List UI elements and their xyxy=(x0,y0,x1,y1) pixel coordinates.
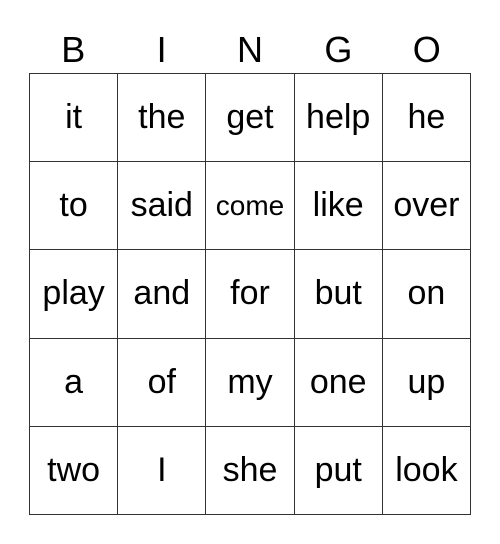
bingo-cell[interactable]: and xyxy=(118,250,207,339)
bingo-cell[interactable]: the xyxy=(118,74,207,163)
bingo-cell[interactable]: he xyxy=(382,74,471,163)
bingo-cell[interactable]: of xyxy=(118,338,207,427)
bingo-cell[interactable]: come xyxy=(206,162,295,251)
bingo-cell[interactable]: she xyxy=(206,426,295,515)
bingo-cell[interactable]: on xyxy=(382,250,471,339)
bingo-cell[interactable]: said xyxy=(118,162,207,251)
bingo-grid: it the get help he to said come like ove… xyxy=(29,73,471,515)
header-letter-i: I xyxy=(156,29,167,70)
bingo-cell[interactable]: get xyxy=(206,74,295,163)
bingo-cell[interactable]: for xyxy=(206,250,295,339)
bingo-header: B I N G O xyxy=(29,28,471,72)
bingo-cell[interactable]: to xyxy=(30,162,119,251)
bingo-cell[interactable]: two xyxy=(30,426,119,515)
bingo-cell[interactable]: but xyxy=(294,250,383,339)
bingo-cell[interactable]: over xyxy=(382,162,471,251)
bingo-cell[interactable]: help xyxy=(294,74,383,163)
bingo-cell[interactable]: my xyxy=(206,338,295,427)
bingo-cell[interactable]: like xyxy=(294,162,383,251)
bingo-cell[interactable]: one xyxy=(294,338,383,427)
bingo-cell[interactable]: I xyxy=(118,426,207,515)
bingo-cell[interactable]: play xyxy=(30,250,119,339)
header-letter-n: N xyxy=(236,29,263,70)
header-letter-b: B xyxy=(61,29,86,70)
bingo-cell[interactable]: it xyxy=(30,74,119,163)
header-letter-g: G xyxy=(324,29,353,70)
bingo-cell[interactable]: put xyxy=(294,426,383,515)
header-letter-o: O xyxy=(412,29,441,70)
bingo-cell[interactable]: up xyxy=(382,338,471,427)
bingo-cell[interactable]: look xyxy=(382,426,471,515)
bingo-cell[interactable]: a xyxy=(30,338,119,427)
